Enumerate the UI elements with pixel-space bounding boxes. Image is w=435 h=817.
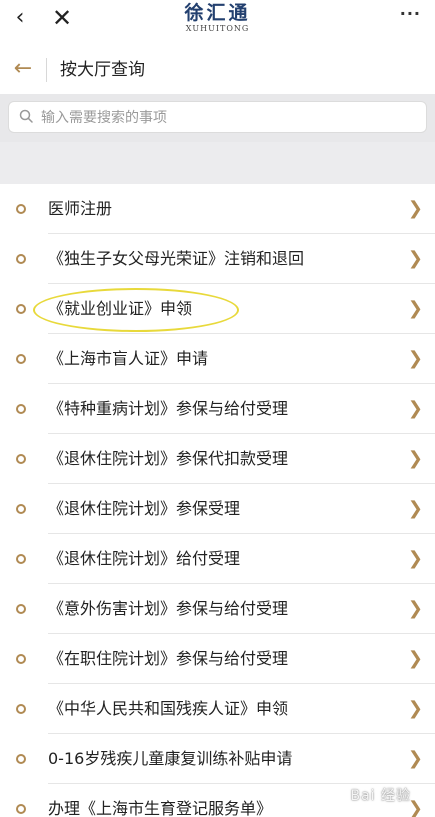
bullet-icon [16,454,26,464]
page-header: ← 按大厅查询 [0,46,435,94]
bullet-icon [16,354,26,364]
list-item-label: 《意外伤害计划》参保与给付受理 [48,599,289,618]
bullet-icon [16,304,26,314]
list-item[interactable]: 0-16岁残疾儿童康复训练补贴申请 ❯ [0,734,435,784]
list-item-label: 《退休住院计划》参保受理 [48,499,241,518]
bullet-icon [16,554,26,564]
chevron-right-icon: ❯ [407,648,423,669]
list-item-label: 0-16岁残疾儿童康复训练补贴申请 [48,749,293,768]
list-item[interactable]: 医师注册 ❯ [0,184,435,234]
close-icon[interactable]: ✕ [50,6,74,30]
chevron-right-icon: ❯ [407,198,423,219]
list-item[interactable]: 《中华人民共和国残疾人证》申领 ❯ [0,684,435,734]
list-item-label: 《退休住院计划》参保代扣款受理 [48,449,289,468]
chevron-right-icon: ❯ [407,548,423,569]
list-item[interactable]: 《上海市盲人证》申请 ❯ [0,334,435,384]
chevron-right-icon: ❯ [407,448,423,469]
search-bar [0,94,435,142]
chevron-right-icon: ❯ [407,598,423,619]
chevron-left-icon[interactable]: ‹ [8,6,32,30]
chevron-right-icon: ❯ [407,248,423,269]
list-item[interactable]: 《就业创业证》申领 ❯ [0,284,435,334]
bullet-icon [16,504,26,514]
bullet-icon [16,704,26,714]
bullet-icon [16,204,26,214]
search-icon [19,109,33,123]
list-item-label: 《就业创业证》申领 [48,299,193,318]
list-item[interactable]: 《意外伤害计划》参保与给付受理 ❯ [0,584,435,634]
list-item-label: 《中华人民共和国残疾人证》申领 [48,699,289,718]
service-list: 医师注册 ❯ 《独生子女父母光荣证》注销和退回 ❯ 《就业创业证》申领 ❯ 《上… [0,184,435,817]
bullet-icon [16,604,26,614]
list-item[interactable]: 《退休住院计划》参保代扣款受理 ❯ [0,434,435,484]
list-item[interactable]: 《退休住院计划》给付受理 ❯ [0,534,435,584]
brand-logo: 徐汇通 XUHUITONG [160,2,275,34]
list-item-label: 《上海市盲人证》申请 [48,349,209,368]
bullet-icon [16,654,26,664]
list-item-label: 医师注册 [48,199,113,218]
list-item-label: 办理《上海市生育登记服务单》 [48,799,273,817]
chevron-right-icon: ❯ [407,748,423,769]
list-item-label: 《独生子女父母光荣证》注销和退回 [48,249,305,268]
bullet-icon [16,254,26,264]
list-item[interactable]: 《特种重病计划》参保与给付受理 ❯ [0,384,435,434]
chevron-right-icon: ❯ [407,298,423,319]
chevron-right-icon: ❯ [407,398,423,419]
list-item[interactable]: 《退休住院计划》参保受理 ❯ [0,484,435,534]
bullet-icon [16,754,26,764]
watermark: Bai 经验 [350,788,411,804]
brand-name: 徐汇通 [184,2,251,24]
list-item-label: 《退休住院计划》给付受理 [48,549,241,568]
top-bar: ‹ ✕ 徐汇通 XUHUITONG ··· [0,0,435,36]
search-input[interactable] [39,106,413,130]
list-item-label: 《在职住院计划》参保与给付受理 [48,649,289,668]
chevron-right-icon: ❯ [407,698,423,719]
search-box[interactable] [8,101,427,133]
bullet-icon [16,804,26,814]
list-item-label: 《特种重病计划》参保与给付受理 [48,399,289,418]
section-gap [0,142,435,184]
bullet-icon [16,404,26,414]
divider [46,58,47,82]
arrow-left-icon[interactable]: ← [10,56,36,82]
brand-name-en: XUHUITONG [185,24,250,33]
list-item[interactable]: 《独生子女父母光荣证》注销和退回 ❯ [0,234,435,284]
more-icon[interactable]: ··· [400,4,421,23]
chevron-right-icon: ❯ [407,348,423,369]
list-item[interactable]: 《在职住院计划》参保与给付受理 ❯ [0,634,435,684]
page-title: 按大厅查询 [60,60,145,80]
chevron-right-icon: ❯ [407,498,423,519]
